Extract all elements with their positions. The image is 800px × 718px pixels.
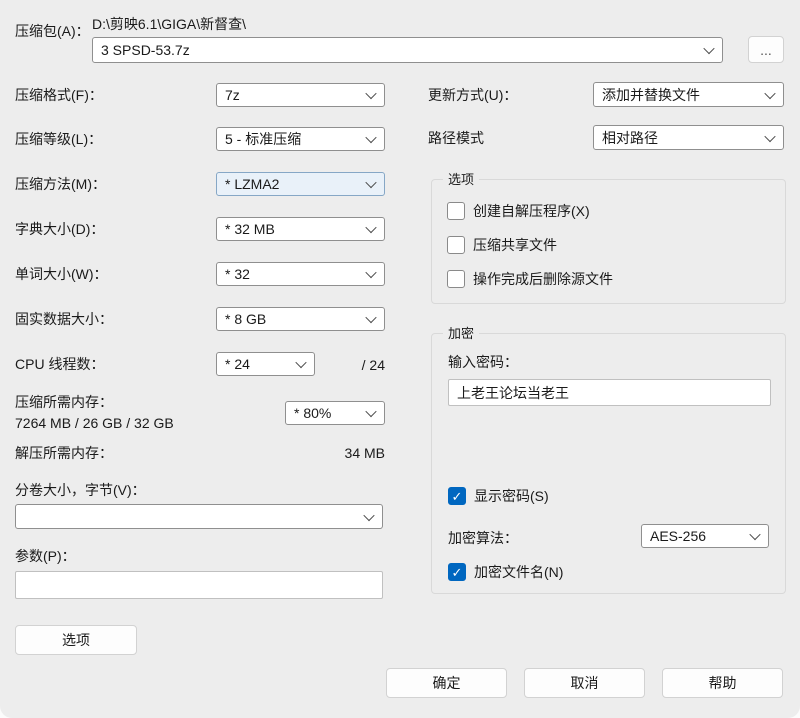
chevron-down-icon — [749, 528, 761, 541]
add-to-archive-dialog: 压缩包(A)： D:\剪映6.1\GIGA\新督查\ 3 SPSD-53.7z … — [0, 0, 800, 718]
word-size-label: 单词大小(W)： — [15, 266, 108, 282]
help-button[interactable]: 帮助 — [662, 668, 783, 698]
memory-usage-value: * 80% — [294, 405, 332, 421]
update-mode-select[interactable]: 添加并替换文件 — [593, 82, 784, 107]
chevron-down-icon — [363, 509, 375, 521]
cpu-threads-max: / 24 — [361, 357, 385, 373]
encryption-method-value: AES-256 — [650, 528, 707, 544]
delete-after-row[interactable]: ✓ 操作完成后删除源文件 — [447, 269, 613, 289]
dictionary-size-value: * 32 MB — [225, 221, 275, 237]
solid-block-label: 固实数据大小： — [15, 311, 113, 327]
create-sfx-checkbox[interactable]: ✓ — [447, 202, 465, 220]
cpu-threads-value: * 24 — [225, 356, 250, 372]
chevron-down-icon — [365, 131, 377, 144]
word-size-select[interactable]: * 32 — [216, 262, 385, 286]
delete-after-checkbox[interactable]: ✓ — [447, 270, 465, 288]
word-size-value: * 32 — [225, 266, 250, 282]
shared-files-checkbox[interactable]: ✓ — [447, 236, 465, 254]
create-sfx-label: 创建自解压程序(X) — [473, 203, 590, 219]
delete-after-label: 操作完成后删除源文件 — [473, 271, 613, 287]
parameters-label: 参数(P)： — [15, 548, 76, 564]
method-select[interactable]: * LZMA2 — [216, 172, 385, 196]
solid-block-value: * 8 GB — [225, 311, 267, 327]
encrypt-names-label: 加密文件名(N) — [474, 564, 564, 580]
encryption-group-title: 加密 — [443, 325, 480, 342]
path-mode-label: 路径模式 — [428, 130, 484, 146]
chevron-down-icon — [365, 405, 377, 418]
path-mode-value: 相对路径 — [602, 129, 658, 146]
method-value: * LZMA2 — [225, 176, 280, 192]
chevron-down-icon — [365, 176, 377, 189]
chevron-down-icon — [365, 221, 377, 234]
show-password-checkbox[interactable]: ✓ — [448, 487, 466, 505]
chevron-down-icon — [764, 87, 776, 99]
archive-dir-path: D:\剪映6.1\GIGA\新督查\ — [92, 16, 247, 32]
format-label: 压缩格式(F)： — [15, 87, 103, 103]
encryption-method-select[interactable]: AES-256 — [641, 524, 769, 548]
solid-block-select[interactable]: * 8 GB — [216, 307, 385, 331]
update-mode-label: 更新方式(U)： — [428, 87, 518, 103]
cpu-threads-select[interactable]: * 24 — [216, 352, 315, 376]
cpu-threads-label: CPU 线程数： — [15, 356, 105, 372]
method-label: 压缩方法(M)： — [15, 176, 106, 192]
password-input[interactable] — [448, 379, 771, 406]
options-button[interactable]: 选项 — [15, 625, 137, 655]
level-value: 5 - 标准压缩 — [225, 131, 302, 147]
level-label: 压缩等级(L)： — [15, 131, 103, 147]
memory-compress-detail: 7264 MB / 26 GB / 32 GB — [15, 415, 174, 431]
cancel-button[interactable]: 取消 — [524, 668, 645, 698]
shared-files-label: 压缩共享文件 — [473, 237, 557, 253]
update-mode-value: 添加并替换文件 — [602, 86, 700, 103]
archive-label: 压缩包(A)： — [15, 23, 90, 39]
password-label: 输入密码： — [448, 354, 518, 370]
encryption-method-label: 加密算法： — [448, 530, 518, 546]
show-password-label: 显示密码(S) — [474, 488, 549, 504]
encryption-group: 加密 输入密码： ✓ 显示密码(S) 加密算法： AES-256 ✓ 加密文件名… — [431, 325, 786, 594]
create-sfx-row[interactable]: ✓ 创建自解压程序(X) — [447, 201, 590, 221]
chevron-down-icon — [365, 87, 377, 100]
chevron-down-icon — [295, 356, 307, 369]
shared-files-row[interactable]: ✓ 压缩共享文件 — [447, 235, 557, 255]
memory-decompress-label: 解压所需内存： — [15, 445, 113, 461]
encrypt-names-row[interactable]: ✓ 加密文件名(N) — [448, 562, 563, 582]
memory-usage-select[interactable]: * 80% — [285, 401, 385, 425]
volume-size-combobox[interactable] — [15, 504, 383, 529]
options-group: 选项 ✓ 创建自解压程序(X) ✓ 压缩共享文件 ✓ 操作完成后删除源文件 — [431, 171, 786, 304]
volume-size-label: 分卷大小，字节(V)： — [15, 482, 146, 498]
level-select[interactable]: 5 - 标准压缩 — [216, 127, 385, 151]
encrypt-names-checkbox[interactable]: ✓ — [448, 563, 466, 581]
chevron-down-icon — [365, 311, 377, 324]
options-group-title: 选项 — [443, 171, 480, 188]
browse-button[interactable]: ... — [748, 36, 784, 63]
format-select[interactable]: 7z — [216, 83, 385, 107]
memory-decompress-value: 34 MB — [344, 445, 385, 461]
chevron-down-icon — [703, 42, 715, 55]
chevron-down-icon — [764, 130, 776, 142]
archive-name-combobox[interactable]: 3 SPSD-53.7z — [92, 37, 723, 63]
chevron-down-icon — [365, 266, 377, 279]
check-icon: ✓ — [451, 488, 463, 504]
archive-name-value: 3 SPSD-53.7z — [101, 42, 190, 58]
show-password-row[interactable]: ✓ 显示密码(S) — [448, 486, 549, 506]
dictionary-size-label: 字典大小(D)： — [15, 221, 105, 237]
parameters-input[interactable] — [15, 571, 383, 599]
path-mode-select[interactable]: 相对路径 — [593, 125, 784, 150]
format-value: 7z — [225, 87, 240, 103]
ok-button[interactable]: 确定 — [386, 668, 507, 698]
dictionary-size-select[interactable]: * 32 MB — [216, 217, 385, 241]
check-icon: ✓ — [451, 564, 463, 580]
memory-compress-label: 压缩所需内存： — [15, 394, 113, 410]
